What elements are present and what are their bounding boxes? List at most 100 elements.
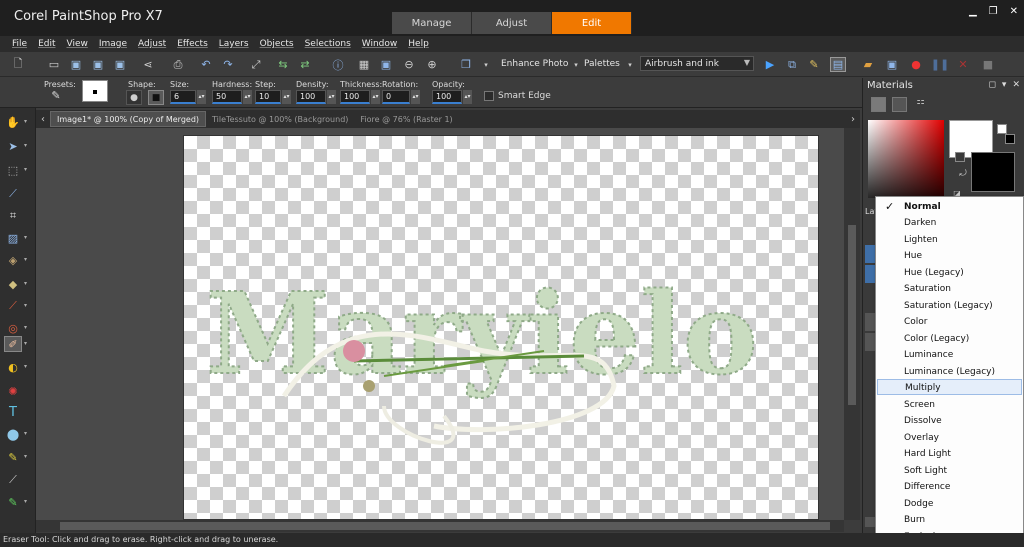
blend-mode-color-legacy[interactable]: Color (Legacy) [877,331,1022,347]
vertical-scroll-thumb[interactable] [848,225,856,405]
save-as-icon[interactable]: ▣ [90,57,106,72]
horizontal-scroll-thumb[interactable] [60,522,830,530]
hardness-spinner[interactable]: ▴▾ [243,90,252,104]
copy-dropdown-chevron-icon[interactable]: ▾ [478,57,494,72]
step-field[interactable]: 10 [255,90,281,104]
stop-icon[interactable]: ■ [980,57,996,72]
workspace-select[interactable]: Airbrush and ink ▼ [640,56,754,71]
blend-mode-hue[interactable]: Hue [877,248,1022,264]
clone-brush-icon[interactable]: ◆ [4,276,22,292]
background-swatch[interactable] [971,152,1015,192]
menu-objects[interactable]: Objects [260,39,294,49]
save-script-icon[interactable]: ▣ [884,57,900,72]
menu-selections[interactable]: Selections [305,39,351,49]
zoom-out-icon[interactable]: ⊖ [401,57,417,72]
step-spinner[interactable]: ▴▾ [282,90,291,104]
tabs-prev-icon[interactable]: ‹ [36,114,50,125]
rainbow-tab[interactable] [892,97,907,112]
flood-fill-icon[interactable]: ◐ [4,359,22,375]
blend-mode-darken[interactable]: Darken [877,215,1022,231]
menu-view[interactable]: View [67,39,88,49]
pick-tool-icon[interactable]: ➤ [4,138,22,154]
menu-edit[interactable]: Edit [38,39,55,49]
brush-icon[interactable]: ⟋ [4,472,22,488]
open-folder-icon[interactable]: ▭ [46,57,62,72]
enhance-photo-chevron-icon[interactable]: ▾ [568,57,584,72]
tab-manage[interactable]: Manage [392,12,472,34]
print-icon[interactable]: ⎙ [170,57,186,72]
flip-icon[interactable]: ⇆ [275,57,291,72]
menu-layers[interactable]: Layers [219,39,249,49]
save-copy-icon[interactable]: ▣ [112,57,128,72]
swatches-tab[interactable]: ⚏ [913,97,928,112]
blend-mode-luminance[interactable]: Luminance [877,347,1022,363]
blend-mode-hard-light[interactable]: Hard Light [877,446,1022,462]
smart-edge-checkbox[interactable] [484,91,494,101]
blend-mode-multiply[interactable]: Multiply [877,379,1022,395]
bg-small-swatch[interactable] [1005,134,1015,144]
fg-small-swatch[interactable] [997,124,1007,134]
brush-preview[interactable] [82,80,108,102]
panel-menu-icon[interactable]: ▾ [1002,80,1007,90]
thickness-spinner[interactable]: ▴▾ [371,90,380,104]
eraser-icon[interactable]: ✐ [4,336,22,352]
thickness-field[interactable]: 100 [340,90,370,104]
open-script-icon[interactable]: ▰ [860,57,876,72]
size-spinner[interactable]: ▴▾ [197,90,206,104]
blend-mode-saturation-legacy[interactable]: Saturation (Legacy) [877,298,1022,314]
menu-image[interactable]: Image [99,39,127,49]
swap-colors-icon[interactable]: ⤾ [955,166,971,181]
blend-mode-color[interactable]: Color [877,314,1022,330]
pen-tool-icon[interactable]: ✎ [4,449,22,465]
color-changer-icon[interactable]: ✎ [4,494,22,510]
dropper-icon[interactable]: ⟋ [4,186,22,202]
play-script-icon[interactable]: ▶ [762,57,778,72]
text-tool-icon[interactable]: T [4,404,22,420]
menu-effects[interactable]: Effects [177,39,208,49]
blend-mode-saturation[interactable]: Saturation [877,281,1022,297]
picture-tube-icon[interactable]: ✺ [4,383,22,399]
doc-tab-fiore[interactable]: Fiore @ 76% (Raster 1) [354,111,458,127]
pan-hand-icon[interactable]: ✋ [4,114,22,130]
enhance-photo-button[interactable]: Enhance Photo [501,59,568,69]
minimize-icon[interactable]: ▁ [969,6,977,17]
blend-mode-lighten[interactable]: Lighten [877,232,1022,248]
blend-mode-burn[interactable]: Burn [877,512,1022,528]
fit-window-icon[interactable]: ▦ [356,57,372,72]
rotation-field[interactable]: 0 [382,90,410,104]
layer-thumb[interactable] [865,265,875,283]
hardness-field[interactable]: 50 [212,90,242,104]
record-icon[interactable]: ● [908,57,924,72]
density-field[interactable]: 100 [296,90,326,104]
doc-tab-image1[interactable]: Image1* @ 100% (Copy of Merged) [50,111,207,127]
rotation-spinner[interactable]: ▴▾ [411,90,420,104]
cancel-script-icon[interactable]: ✕ [955,57,971,72]
blend-mode-overlay[interactable]: Overlay [877,430,1022,446]
warp-icon[interactable]: ◎ [4,320,22,336]
run-script-icon[interactable]: ⧉ [784,57,800,72]
menu-window[interactable]: Window [362,39,398,49]
copy-icon[interactable]: ❐ [458,57,474,72]
blend-mode-normal[interactable]: ✓ Normal [877,199,1022,215]
blend-mode-luminance-legacy[interactable]: Luminance (Legacy) [877,364,1022,380]
blend-mode-difference[interactable]: Difference [877,479,1022,495]
blend-mode-dissolve[interactable]: Dissolve [877,413,1022,429]
opacity-spinner[interactable]: ▴▾ [463,90,472,104]
layer-thumb[interactable] [865,333,875,351]
share-icon[interactable]: ⋖ [140,57,156,72]
tab-adjust[interactable]: Adjust [472,12,552,34]
opacity-field[interactable]: 100 [432,90,462,104]
blend-mode-soft-light[interactable]: Soft Light [877,463,1022,479]
blend-mode-hue-legacy[interactable]: Hue (Legacy) [877,265,1022,281]
layer-thumb[interactable] [865,245,875,263]
undo-icon[interactable]: ↶ [198,57,214,72]
size-field[interactable]: 6 [170,90,196,104]
palettes-button[interactable]: Palettes [584,59,620,69]
panel-float-icon[interactable]: ◻ [988,80,995,90]
save-icon[interactable]: ▣ [68,57,84,72]
red-eye-icon[interactable]: ◈ [4,252,22,268]
fg-texture-toggle[interactable] [955,152,965,162]
redo-icon[interactable]: ↷ [220,57,236,72]
zoom-in-icon[interactable]: ⊕ [424,57,440,72]
resize-icon[interactable]: ⤢ [248,57,264,72]
